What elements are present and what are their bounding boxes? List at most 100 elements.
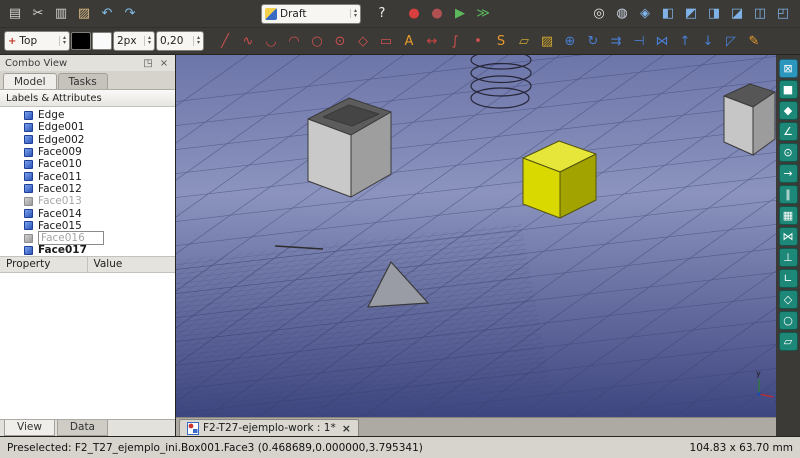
spinbox-arrows-icon: ▴▾ xyxy=(193,36,200,46)
snap-grid-icon[interactable]: ▦ xyxy=(779,206,798,225)
draft-fillet-icon[interactable]: ◡ xyxy=(260,30,282,52)
redo-icon[interactable]: ↷ xyxy=(119,3,141,25)
tree-item[interactable]: Face014 xyxy=(0,207,175,219)
line-color-swatch[interactable] xyxy=(71,32,91,50)
tree-item[interactable]: Face010 xyxy=(0,158,175,170)
snap-perpendicular-icon[interactable]: ⊥ xyxy=(779,248,798,267)
snap-center-icon[interactable]: ⊙ xyxy=(779,143,798,162)
3d-viewport[interactable]: y x xyxy=(176,55,776,417)
face-color-swatch[interactable] xyxy=(92,32,112,50)
undo-icon[interactable]: ↶ xyxy=(96,3,118,25)
value-column-header[interactable]: Value xyxy=(88,257,176,272)
draft-rotate-icon[interactable]: ↻ xyxy=(582,30,604,52)
tree-column-header[interactable]: Labels & Attributes xyxy=(0,90,175,107)
axonometric-view-icon[interactable]: ◈ xyxy=(634,3,656,25)
draft-tools: ╱∿◡◠○⊙◇▭A↔∫•S▱▨⊕↻⇉⊣⋈↑↓◸✎ xyxy=(214,30,765,52)
line-width-value: 2px xyxy=(117,35,140,47)
draft-dimension-icon[interactable]: ↔ xyxy=(421,30,443,52)
print-icon[interactable]: ▤ xyxy=(4,3,26,25)
tree-item-label: Face011 xyxy=(38,171,82,183)
float-panel-icon[interactable]: ◳ xyxy=(142,58,154,69)
snap-workingplane-icon[interactable]: ▱ xyxy=(779,332,798,351)
draft-point-icon[interactable]: • xyxy=(467,30,489,52)
tab-tasks[interactable]: Tasks xyxy=(58,73,108,89)
tab-model[interactable]: Model xyxy=(3,73,57,89)
draft-trimex-icon[interactable]: ⊣ xyxy=(628,30,650,52)
object-icon xyxy=(24,197,33,206)
snap-special-icon[interactable]: ◇ xyxy=(779,290,798,309)
grid-snap-spinbox[interactable]: 0,20 ▴▾ xyxy=(156,31,204,51)
tree-item[interactable]: Face011 xyxy=(0,170,175,182)
draft-circle-icon[interactable]: ○ xyxy=(306,30,328,52)
line-width-selector[interactable]: 2px ▴▾ xyxy=(113,31,155,51)
tree-item[interactable]: Edge002 xyxy=(0,134,175,146)
snap-lock-icon[interactable]: ⊠ xyxy=(779,59,798,78)
snap-parallel-icon[interactable]: ∥ xyxy=(779,185,798,204)
top-view-icon[interactable]: ◩ xyxy=(680,3,702,25)
close-document-icon[interactable]: × xyxy=(342,422,351,435)
tree-item[interactable]: Face016 xyxy=(0,232,175,244)
left-view-icon[interactable]: ◰ xyxy=(772,3,794,25)
tree-item[interactable]: Face017 xyxy=(0,244,175,256)
tree-item[interactable]: Face013 xyxy=(0,195,175,207)
bottom-view-icon[interactable]: ◫ xyxy=(749,3,771,25)
rear-view-icon[interactable]: ◪ xyxy=(726,3,748,25)
whats-this-icon[interactable]: ? xyxy=(371,3,393,25)
snap-near-icon[interactable]: ○ xyxy=(779,311,798,330)
tree-item[interactable]: Face012 xyxy=(0,183,175,195)
draft-upgrade-icon[interactable]: ↑ xyxy=(674,30,696,52)
tree-item[interactable]: Edge001 xyxy=(0,121,175,133)
draft-edit-icon[interactable]: ✎ xyxy=(743,30,765,52)
draft-offset-icon[interactable]: ⇉ xyxy=(605,30,627,52)
tree-item[interactable]: Edge xyxy=(0,109,175,121)
close-panel-icon[interactable]: × xyxy=(158,58,170,69)
tree-item-label: Face016 xyxy=(38,231,104,245)
axis-y-label: y xyxy=(756,369,761,378)
snap-ortho-icon[interactable]: ∟ xyxy=(779,269,798,288)
copy-icon[interactable]: ▥ xyxy=(50,3,72,25)
property-column-header[interactable]: Property xyxy=(0,257,88,272)
snap-intersection-icon[interactable]: ⋈ xyxy=(779,227,798,246)
working-plane-selector[interactable]: + Top ▴▾ xyxy=(4,31,70,51)
tree-item[interactable]: Face009 xyxy=(0,146,175,158)
draft-move-icon[interactable]: ⊕ xyxy=(559,30,581,52)
tree-item[interactable]: Face015 xyxy=(0,220,175,232)
workbench-selector[interactable]: Draft ▴▾ xyxy=(261,4,361,24)
draft-ellipse-icon[interactable]: ⊙ xyxy=(329,30,351,52)
cut-icon[interactable]: ✂ xyxy=(27,3,49,25)
macro-step-icon[interactable]: ≫ xyxy=(472,3,494,25)
draw-style-icon[interactable]: ◍ xyxy=(611,3,633,25)
macro-stop-icon[interactable]: ● xyxy=(426,3,448,25)
snap-midpoint-icon[interactable]: ◆ xyxy=(779,101,798,120)
macro-play-icon[interactable]: ▶ xyxy=(449,3,471,25)
paste-icon[interactable]: ▨ xyxy=(73,3,95,25)
viewport-canvas[interactable]: y x xyxy=(176,55,776,417)
draft-downgrade-icon[interactable]: ↓ xyxy=(697,30,719,52)
draft-facebinder-icon[interactable]: ▱ xyxy=(513,30,535,52)
draft-text-icon[interactable]: A xyxy=(398,30,420,52)
view-toolbar: ◎◍◈◧◩◨◪◫◰ xyxy=(588,3,794,25)
draft-line-icon[interactable]: ╱ xyxy=(214,30,236,52)
draft-bspline-icon[interactable]: ∫ xyxy=(444,30,466,52)
right-view-icon[interactable]: ◨ xyxy=(703,3,725,25)
combo-view-titlebar: Combo View ◳ × xyxy=(0,55,175,71)
tab-data[interactable]: Data xyxy=(57,420,108,436)
document-tab[interactable]: F2-T27-ejemplo-work : 1* × xyxy=(179,419,359,436)
tab-view[interactable]: View xyxy=(4,420,55,436)
snap-endpoint-icon[interactable]: ■ xyxy=(779,80,798,99)
draft-hatch-icon[interactable]: ▨ xyxy=(536,30,558,52)
front-view-icon[interactable]: ◧ xyxy=(657,3,679,25)
draft-scale-icon[interactable]: ◸ xyxy=(720,30,742,52)
draft-polygon-icon[interactable]: ◇ xyxy=(352,30,374,52)
macro-record-icon[interactable]: ● xyxy=(403,3,425,25)
draft-join-icon[interactable]: ⋈ xyxy=(651,30,673,52)
draft-rectangle-icon[interactable]: ▭ xyxy=(375,30,397,52)
fit-all-icon[interactable]: ◎ xyxy=(588,3,610,25)
snap-angle-icon[interactable]: ∠ xyxy=(779,122,798,141)
snap-extension-icon[interactable]: → xyxy=(779,164,798,183)
status-message: Preselected: F2_T27_ejemplo_ini.Box001.F… xyxy=(7,442,423,454)
gray-cup-object[interactable] xyxy=(724,84,775,155)
draft-arc-icon[interactable]: ◠ xyxy=(283,30,305,52)
draft-wire-icon[interactable]: ∿ xyxy=(237,30,259,52)
draft-shapestring-icon[interactable]: S xyxy=(490,30,512,52)
